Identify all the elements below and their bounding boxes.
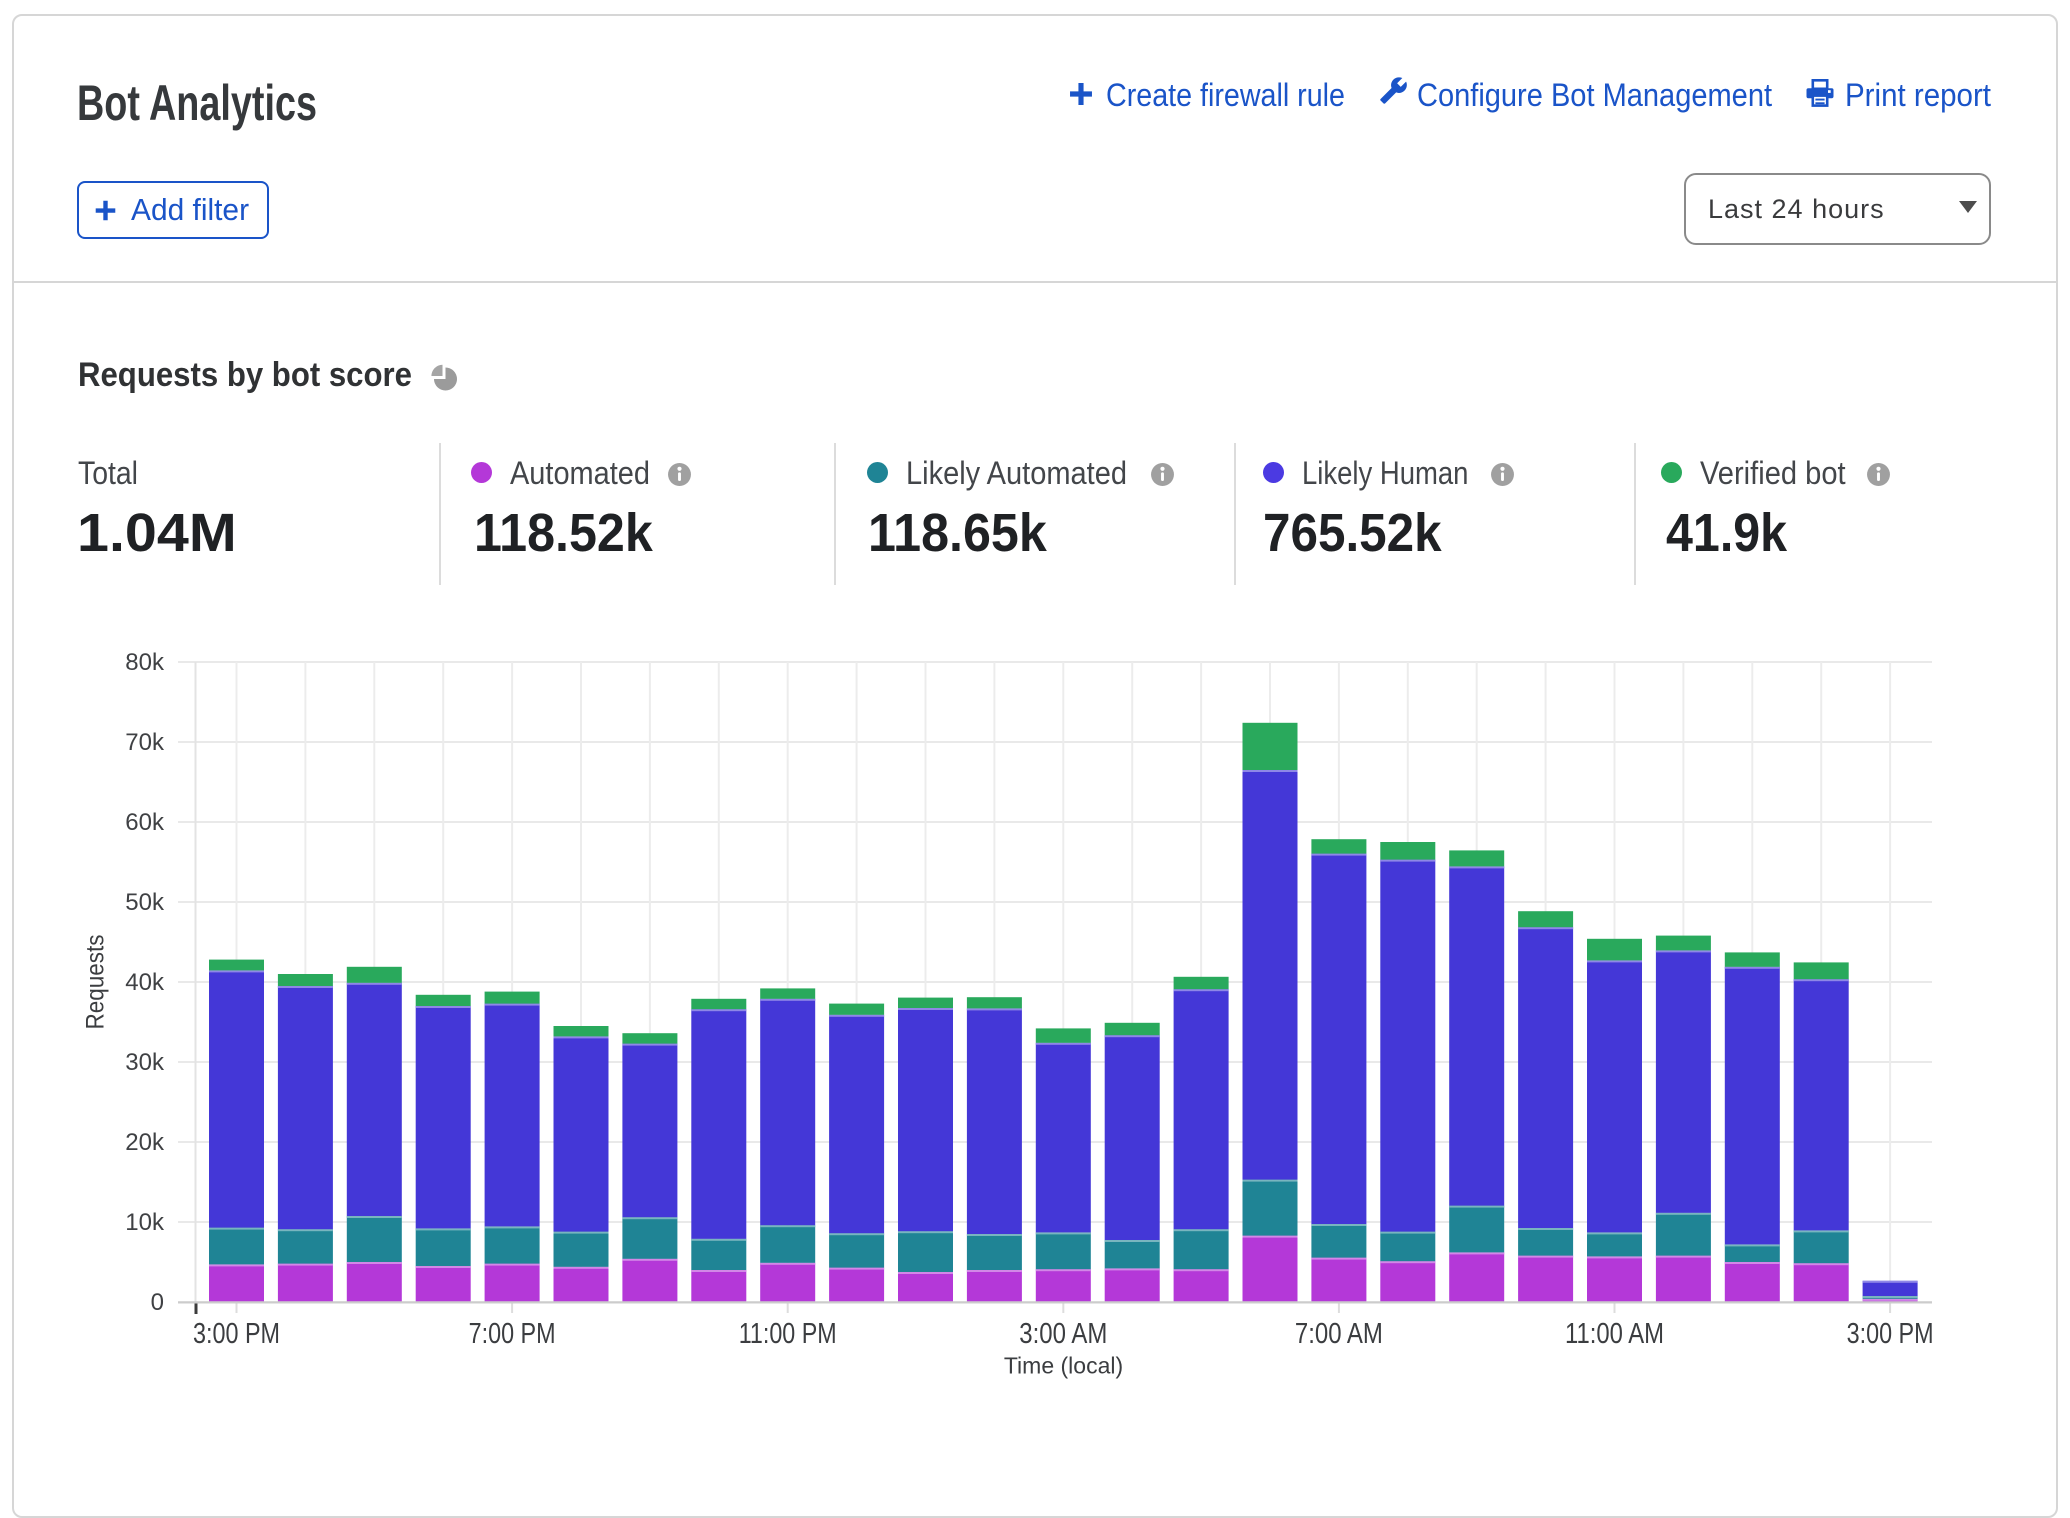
- svg-text:7:00 AM: 7:00 AM: [1295, 1318, 1383, 1350]
- svg-text:40k: 40k: [125, 969, 165, 996]
- svg-text:70k: 70k: [125, 729, 165, 756]
- svg-text:10k: 10k: [125, 1209, 165, 1236]
- svg-text:7:00 PM: 7:00 PM: [469, 1318, 556, 1350]
- svg-text:80k: 80k: [125, 649, 165, 676]
- svg-text:3:00 PM: 3:00 PM: [193, 1318, 280, 1350]
- svg-text:3:00 PM: 3:00 PM: [1847, 1318, 1934, 1350]
- svg-text:Requests: Requests: [82, 935, 110, 1030]
- svg-text:3:00 AM: 3:00 AM: [1019, 1318, 1107, 1350]
- svg-text:Time (local): Time (local): [1004, 1353, 1123, 1379]
- svg-text:0: 0: [151, 1289, 164, 1316]
- svg-text:20k: 20k: [125, 1129, 165, 1156]
- svg-text:30k: 30k: [125, 1049, 165, 1076]
- svg-text:60k: 60k: [125, 809, 165, 836]
- svg-text:50k: 50k: [125, 889, 165, 916]
- svg-text:11:00 PM: 11:00 PM: [739, 1318, 837, 1350]
- svg-text:11:00 AM: 11:00 AM: [1565, 1318, 1664, 1350]
